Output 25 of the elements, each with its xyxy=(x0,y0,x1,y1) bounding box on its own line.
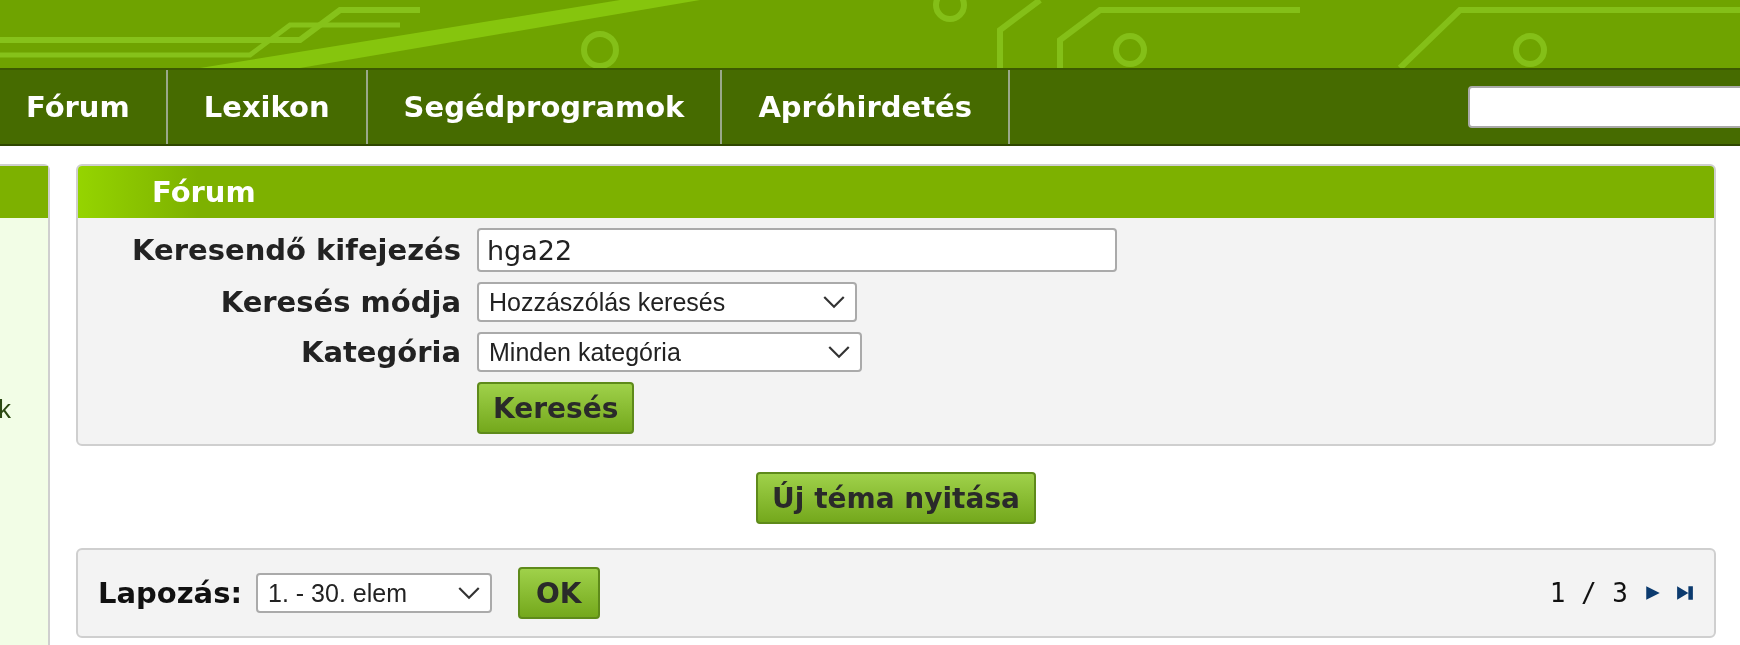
search-field[interactable] xyxy=(1468,86,1740,128)
pager-label: Lapozás: xyxy=(98,576,243,610)
nav-link[interactable]: Apróhirdetés xyxy=(722,70,1010,144)
new-topic-button[interactable]: Új téma nyitása xyxy=(756,472,1036,524)
chevron-icon xyxy=(458,586,481,600)
panel-title: Fórum xyxy=(152,175,256,209)
nav-link[interactable]: Segédprogramok xyxy=(367,70,723,144)
select-field[interactable]: Hozzászólás keresés xyxy=(477,282,857,322)
nav-link[interactable]: Lexikon xyxy=(167,70,368,144)
field-label: Kategória xyxy=(300,335,461,369)
last-page-icon[interactable] xyxy=(1676,584,1694,602)
page-indicator: 1 / 3 xyxy=(1549,578,1628,608)
nav-link[interactable]: Fórum xyxy=(0,70,168,144)
sidebar-text: k xyxy=(0,394,11,425)
chevron-icon xyxy=(823,295,845,309)
field-label: Keresendő kifejezés xyxy=(132,233,461,267)
next-page-icon[interactable] xyxy=(1644,584,1662,602)
page-select[interactable]: 1. - 30. elem xyxy=(256,573,493,613)
search-input[interactable]: hga22 xyxy=(477,228,1117,272)
sidebar-header xyxy=(0,166,48,218)
chevron-icon xyxy=(828,345,850,359)
ok-button[interactable]: OK xyxy=(518,567,600,619)
select-field[interactable]: Minden kategória xyxy=(477,332,862,372)
search-button[interactable]: Keresés xyxy=(477,382,635,434)
field-label: Keresés módja xyxy=(220,285,461,319)
